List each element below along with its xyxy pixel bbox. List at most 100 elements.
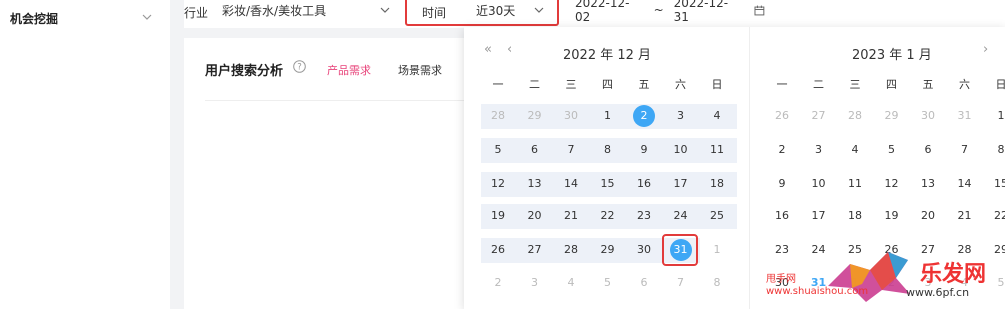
chevron-down-icon <box>534 7 544 13</box>
calendar-day[interactable]: 14 <box>560 173 582 195</box>
date-separator: ~ <box>653 3 664 17</box>
time-select[interactable]: 近30天 <box>476 0 548 20</box>
calendar-right-header: 2023 年 1 月 <box>852 48 932 63</box>
calendar-day[interactable]: 1 <box>706 239 728 261</box>
calendar-day[interactable]: 6 <box>917 139 939 161</box>
calendar-day[interactable]: 2 <box>771 139 793 161</box>
calendar-day[interactable]: 5 <box>881 139 903 161</box>
calendar-day[interactable]: 23 <box>771 239 793 261</box>
calendar-day[interactable]: 29 <box>990 239 1005 261</box>
industry-select[interactable]: 彩妆/香水/美妆工具 <box>222 0 394 20</box>
calendar-day[interactable]: 3 <box>670 105 692 127</box>
date-start: 2022-12-02 <box>575 0 630 24</box>
calendar-day[interactable]: 14 <box>954 173 976 195</box>
calendar-day[interactable]: 15 <box>597 173 619 195</box>
calendar-day[interactable]: 26 <box>771 105 793 127</box>
calendar-day[interactable]: 7 <box>954 139 976 161</box>
calendar-day[interactable]: 20 <box>917 205 939 227</box>
watermark-brand: 乐发网 <box>920 261 987 287</box>
calendar-day[interactable]: 13 <box>524 173 546 195</box>
calendar-day[interactable]: 18 <box>706 173 728 195</box>
weekday-label: 日 <box>711 78 723 91</box>
calendar-day[interactable]: 8 <box>990 139 1005 161</box>
weekday-label: 四 <box>886 78 897 91</box>
prev-year-icon[interactable]: « <box>484 42 492 57</box>
calendar-day[interactable]: 23 <box>633 205 655 227</box>
calendar-left-header: 2022 年 12 月 <box>563 48 652 63</box>
watermark-site-name: 甩手网 <box>766 274 796 285</box>
calendar-day[interactable]: 10 <box>808 173 830 195</box>
calendar-day[interactable]: 27 <box>524 239 546 261</box>
calendar-day[interactable]: 2 <box>487 272 509 294</box>
calendar-day[interactable]: 30 <box>917 105 939 127</box>
calendar-day[interactable]: 30 <box>560 105 582 127</box>
calendar-day[interactable]: 3 <box>808 139 830 161</box>
calendar-day[interactable]: 19 <box>881 205 903 227</box>
calendar-day[interactable]: 24 <box>670 205 692 227</box>
calendar-day[interactable]: 8 <box>597 139 619 161</box>
calendar-day[interactable]: 10 <box>670 139 692 161</box>
calendar-day[interactable]: 3 <box>524 272 546 294</box>
calendar-day[interactable]: 1 <box>597 105 619 127</box>
calendar-day[interactable]: 6 <box>524 139 546 161</box>
calendar-day[interactable]: 18 <box>844 205 866 227</box>
calendar-day[interactable]: 26 <box>487 239 509 261</box>
calendar-day[interactable]: 17 <box>808 205 830 227</box>
calendar-day[interactable]: 8 <box>706 272 728 294</box>
calendar-day[interactable]: 29 <box>881 105 903 127</box>
calendar-day[interactable]: 29 <box>524 105 546 127</box>
calendar-day[interactable]: 19 <box>487 205 509 227</box>
calendar-day[interactable]: 7 <box>670 272 692 294</box>
chevron-down-icon <box>142 14 152 20</box>
calendar-day[interactable]: 4 <box>560 272 582 294</box>
calendar-day[interactable]: 15 <box>990 173 1005 195</box>
calendar-day[interactable]: 16 <box>771 205 793 227</box>
calendar-day[interactable]: 13 <box>917 173 939 195</box>
calendar-day[interactable]: 6 <box>633 272 655 294</box>
time-select-value: 近30天 <box>476 3 516 18</box>
calendar-day[interactable]: 28 <box>560 239 582 261</box>
calendar-day[interactable]: 21 <box>560 205 582 227</box>
calendar-day[interactable]: 5 <box>990 272 1005 294</box>
calendar-day[interactable]: 7 <box>560 139 582 161</box>
calendar-day[interactable]: 9 <box>771 173 793 195</box>
weekday-label: 五 <box>638 78 650 91</box>
calendar-day[interactable]: 2 <box>633 105 655 127</box>
calendar-day[interactable]: 21 <box>954 205 976 227</box>
calendar-day[interactable]: 29 <box>597 239 619 261</box>
calendar-day[interactable]: 20 <box>524 205 546 227</box>
calendar-day[interactable]: 27 <box>808 105 830 127</box>
calendar-day[interactable]: 30 <box>633 239 655 261</box>
help-icon[interactable]: ? <box>293 60 306 73</box>
end-date-highlight <box>662 234 698 266</box>
calendar-day[interactable]: 5 <box>597 272 619 294</box>
calendar-day[interactable]: 22 <box>990 205 1005 227</box>
calendar-day[interactable]: 28 <box>844 105 866 127</box>
calendar-day[interactable]: 16 <box>633 173 655 195</box>
sidebar-item-opportunity-mining[interactable]: 机会挖掘 <box>0 0 170 36</box>
calendar-day[interactable]: 4 <box>706 105 728 127</box>
calendar-day[interactable]: 22 <box>597 205 619 227</box>
tab-product-demand[interactable]: 产品需求 <box>327 62 371 78</box>
calendar-day[interactable]: 4 <box>844 139 866 161</box>
calendar-day[interactable]: 17 <box>670 173 692 195</box>
weekday-label: 一 <box>492 78 504 91</box>
calendar-day[interactable]: 12 <box>881 173 903 195</box>
svg-text:?: ? <box>297 63 302 73</box>
calendar-day[interactable]: 9 <box>633 139 655 161</box>
weekday-label: 日 <box>995 78 1005 91</box>
calendar-day[interactable]: 1 <box>990 105 1005 127</box>
calendar-divider <box>749 27 750 309</box>
tab-scene-demand[interactable]: 场景需求 <box>398 62 442 78</box>
industry-select-value: 彩妆/香水/美妆工具 <box>222 3 327 18</box>
calendar-day[interactable]: 5 <box>487 139 509 161</box>
date-range-input[interactable]: 2022-12-02 ~ 2022-12-31 <box>575 0 765 24</box>
calendar-day[interactable]: 11 <box>706 139 728 161</box>
calendar-day[interactable]: 31 <box>954 105 976 127</box>
calendar-day[interactable]: 11 <box>844 173 866 195</box>
next-month-icon[interactable]: › <box>983 42 988 57</box>
prev-month-icon[interactable]: ‹ <box>507 42 512 57</box>
calendar-day[interactable]: 28 <box>487 105 509 127</box>
calendar-day[interactable]: 12 <box>487 173 509 195</box>
calendar-day[interactable]: 25 <box>706 205 728 227</box>
